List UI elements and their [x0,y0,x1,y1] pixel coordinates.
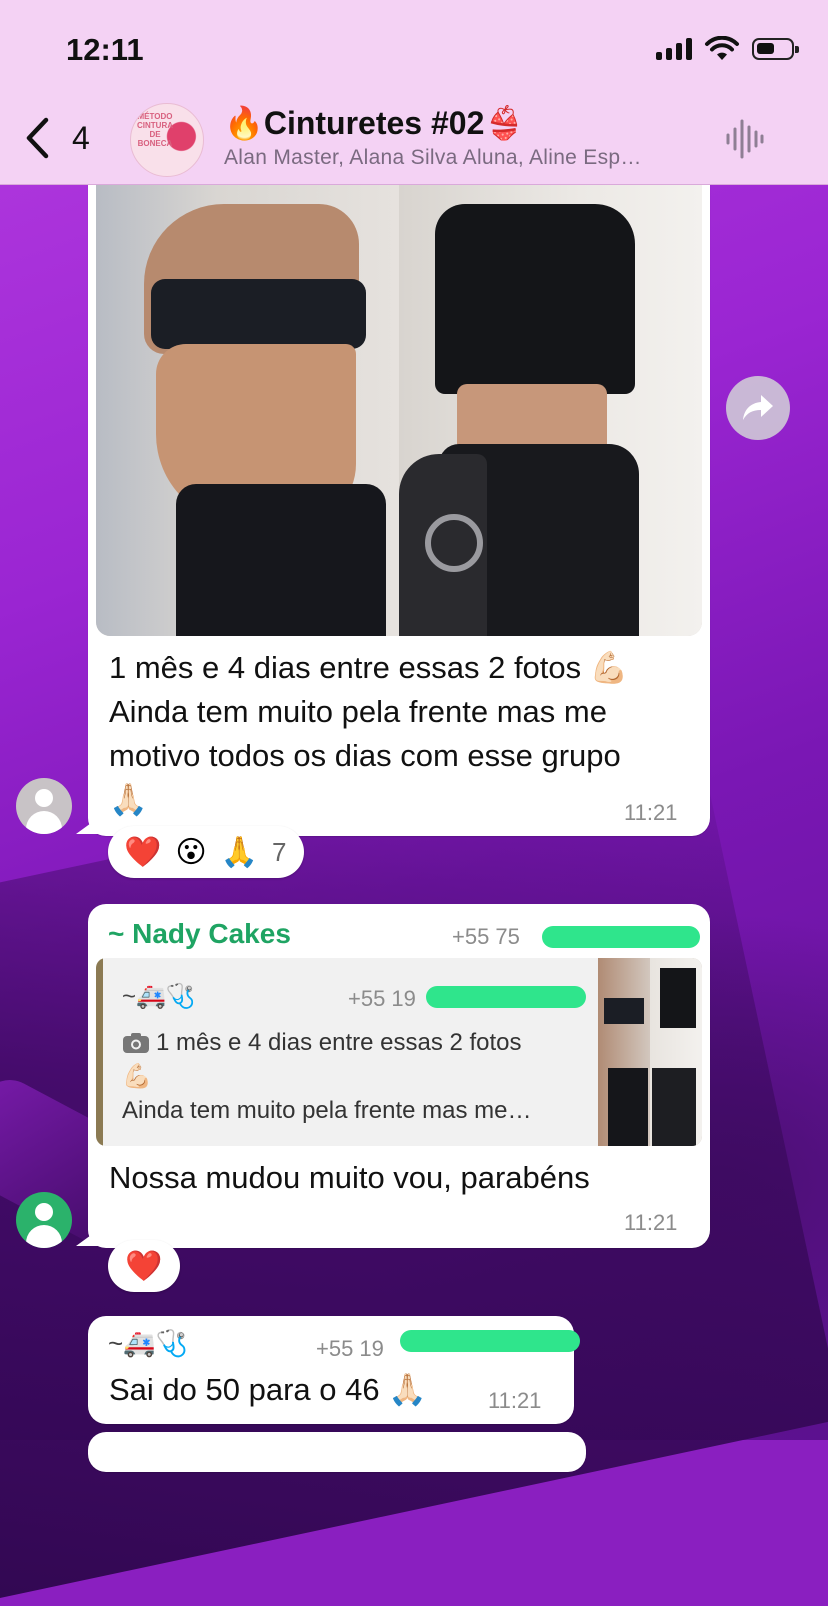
reaction-count: 7 [272,836,287,867]
wifi-icon [705,36,739,60]
quoted-message[interactable]: ~🚑🩺 +55 19 1 mês e 4 dias entre essas 2 … [96,958,702,1146]
quoted-sender: ~🚑🩺 [122,983,196,1010]
message-time: 11:21 [488,1388,542,1413]
reaction-pray: 🙏 [220,835,258,869]
chat-header: 12:11 4 MÉTODO CINTURA DE BONECA 🔥Cintur… [0,0,828,185]
caption-line: Ainda tem muito pela frente mas me [109,694,607,729]
sender-avatar[interactable] [16,778,72,834]
quoted-text: 1 mês e 4 dias entre essas 2 fotos [156,1029,522,1056]
reaction-wow: 😮 [175,835,207,869]
redaction-mark [400,1330,580,1352]
sender-phone: +55 19 [316,1336,384,1361]
caption-line: 🙏🏻 [109,782,148,817]
group-logo-text: MÉTODO CINTURA DE BONECA [137,112,173,148]
sender-name[interactable]: ~ Nady Cakes [108,918,291,950]
quote-bar [96,958,103,1146]
forward-button[interactable] [726,376,790,440]
bubble-tail [76,1230,98,1246]
quoted-line: 1 mês e 4 dias entre essas 2 fotos [122,1026,578,1060]
group-members[interactable]: Alan Master, Alana Silva Aluna, Aline Es… [224,146,704,170]
group-avatar[interactable]: MÉTODO CINTURA DE BONECA [130,103,204,177]
message-text: Nossa mudou muito vou, parabéns [109,1160,590,1195]
sender-name[interactable]: ~🚑🩺 [108,1328,188,1359]
message-text: Sai do 50 para o 46 🙏🏻 [109,1372,427,1407]
caption-line: motivo todos os dias com esse grupo [109,738,621,773]
quoted-text: Ainda tem muito pela frente mas me… [122,1097,532,1124]
message-time: 11:21 [624,1210,678,1235]
battery-icon [752,38,799,60]
bubble-tail [76,818,98,834]
next-message-bubble[interactable] [88,1432,586,1472]
unread-count: 4 [72,119,90,156]
message-reactions[interactable]: ❤️ 😮 🙏 7 [108,826,304,878]
audio-waveform-icon[interactable] [724,118,764,160]
forward-arrow-icon [743,395,773,420]
quoted-phone: +55 19 [348,986,416,1011]
reaction-heart: ❤️ [124,835,162,869]
camera-icon [123,1033,149,1053]
caption-line: 1 mês e 4 dias entre essas 2 fotos 💪🏻 [109,650,629,685]
quoted-text: 💪🏻 [122,1063,152,1090]
text-message-bubble[interactable]: ~🚑🩺 +55 19 Sai do 50 para o 46 🙏🏻 11:21 [88,1316,580,1424]
back-button[interactable]: 4 [24,116,90,160]
status-icons [656,36,799,62]
message-time: 11:21 [624,800,678,825]
redaction-mark [426,986,586,1008]
sender-phone: +55 75 [452,924,520,949]
sender-avatar[interactable] [16,1192,72,1248]
status-time: 12:11 [66,32,144,67]
redaction-mark [542,926,700,948]
before-photo [96,184,399,636]
before-after-photo[interactable] [96,184,702,636]
quoted-photo-thumbnail [598,958,702,1146]
group-title[interactable]: 🔥Cinturetes #02👙 [224,104,524,142]
after-photo [399,184,702,636]
reaction-heart: ❤️ [125,1249,163,1283]
signal-icon [656,38,692,60]
message-reactions[interactable]: ❤️ [108,1240,180,1292]
chevron-left-icon [26,117,49,159]
